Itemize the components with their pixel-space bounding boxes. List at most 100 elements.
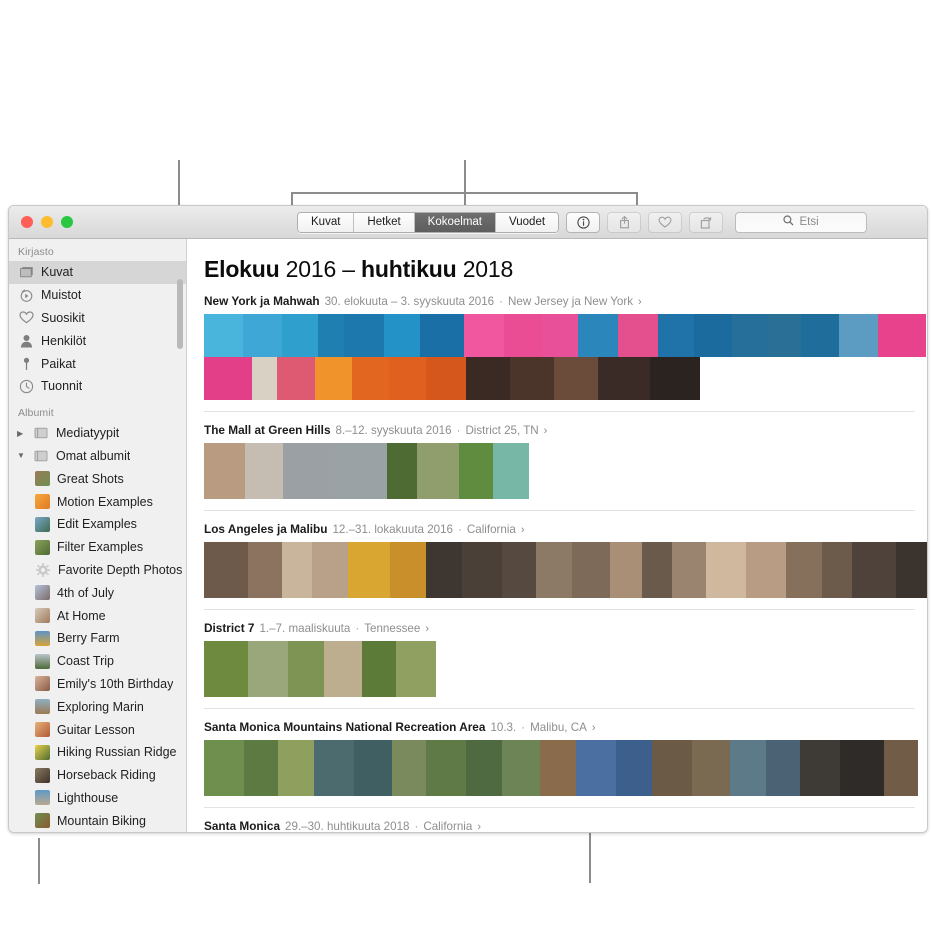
photo-thumbnail[interactable] [672, 542, 706, 598]
sidebar-item-berry-farm[interactable]: Berry Farm [9, 627, 186, 650]
photo-thumbnail[interactable] [352, 357, 389, 400]
photo-thumbnail[interactable] [502, 740, 540, 796]
photo-thumbnail[interactable] [243, 314, 282, 357]
chevron-right-icon[interactable]: › [521, 524, 525, 536]
collection-place[interactable]: Tennessee [364, 622, 420, 635]
photo-thumbnail[interactable] [884, 740, 918, 796]
sidebar-item-henkilot[interactable]: Henkilöt [9, 329, 186, 352]
collection-header[interactable]: New York ja Mahwah 30. elokuuta – 3. syy… [204, 294, 927, 308]
photo-thumbnail[interactable] [282, 542, 312, 598]
photo-thumbnail[interactable] [344, 314, 384, 357]
photo-thumbnail[interactable] [278, 740, 314, 796]
tab-vuodet[interactable]: Vuodet [496, 212, 559, 232]
photo-thumbnail[interactable] [540, 740, 576, 796]
photo-thumbnail[interactable] [314, 740, 354, 796]
sidebar-item-4th-of-july[interactable]: 4th of July [9, 581, 186, 604]
sidebar-scrollbar[interactable] [177, 279, 183, 349]
info-button[interactable] [566, 211, 601, 233]
photo-thumbnail[interactable] [896, 542, 927, 598]
photo-thumbnail[interactable] [248, 641, 288, 697]
photo-thumbnail[interactable] [706, 542, 746, 598]
photo-thumbnail[interactable] [650, 357, 700, 400]
tab-kuvat[interactable]: Kuvat [298, 212, 355, 232]
collection-place[interactable]: New Jersey ja New York [508, 295, 633, 308]
photo-thumbnail[interactable] [417, 443, 459, 499]
search-field[interactable]: Etsi [735, 211, 868, 233]
photo-thumbnail[interactable] [252, 357, 277, 400]
sidebar-item-mountain-biking[interactable]: Mountain Biking [9, 809, 186, 832]
photo-thumbnail[interactable] [493, 443, 529, 499]
photo-thumbnail[interactable] [282, 314, 318, 357]
chevron-right-icon[interactable]: › [638, 296, 642, 308]
sidebar-item-lighthouse[interactable]: Lighthouse [9, 787, 186, 810]
photo-thumbnail[interactable] [730, 740, 766, 796]
photo-thumbnail[interactable] [248, 542, 282, 598]
photo-thumbnail[interactable] [504, 314, 542, 357]
collection-header[interactable]: Santa Monica Mountains National Recreati… [204, 720, 927, 734]
photo-strip[interactable] [204, 641, 927, 697]
photo-thumbnail[interactable] [572, 542, 610, 598]
photo-thumbnail[interactable] [244, 740, 278, 796]
collection-header[interactable]: The Mall at Green Hills 8.–12. syyskuuta… [204, 423, 927, 437]
favorite-button[interactable] [648, 211, 683, 233]
photo-thumbnail[interactable] [616, 740, 652, 796]
photo-thumbnail[interactable] [578, 314, 618, 357]
tab-hetket[interactable]: Hetket [354, 212, 415, 232]
chevron-right-icon[interactable]: › [477, 821, 481, 832]
rotate-button[interactable] [689, 211, 724, 233]
photo-thumbnail[interactable] [390, 542, 426, 598]
tab-kokoelmat[interactable]: Kokoelmat [414, 212, 497, 232]
photo-thumbnail[interactable] [324, 641, 362, 697]
photo-thumbnail[interactable] [426, 542, 462, 598]
photo-thumbnail[interactable] [840, 740, 884, 796]
chevron-right-icon[interactable]: › [425, 623, 429, 635]
chevron-down-icon[interactable]: ▼ [17, 451, 26, 460]
photo-thumbnail[interactable] [204, 542, 248, 598]
photo-thumbnail[interactable] [466, 740, 502, 796]
photo-thumbnail[interactable] [598, 357, 650, 400]
photo-thumbnail[interactable] [204, 314, 243, 357]
photo-thumbnail[interactable] [692, 740, 730, 796]
photo-thumbnail[interactable] [801, 314, 839, 357]
sidebar-item-kuvat[interactable]: Kuvat [9, 261, 186, 284]
photo-thumbnail[interactable] [312, 542, 348, 598]
sidebar-item-coast-trip[interactable]: Coast Trip [9, 650, 186, 673]
photo-thumbnail[interactable] [245, 443, 283, 499]
photo-strip[interactable] [204, 314, 927, 400]
photo-strip[interactable] [204, 542, 927, 598]
sidebar-item-at-home[interactable]: At Home [9, 604, 186, 627]
photo-thumbnail[interactable] [786, 542, 822, 598]
photo-thumbnail[interactable] [315, 357, 352, 400]
photo-thumbnail[interactable] [362, 641, 396, 697]
collection-place[interactable]: District 25, TN [465, 424, 538, 437]
photo-thumbnail[interactable] [652, 740, 692, 796]
photo-thumbnail[interactable] [502, 542, 536, 598]
collection-header[interactable]: Los Angeles ja Malibu 12.–31. lokakuuta … [204, 522, 927, 536]
view-mode-segmented-control[interactable]: Kuvat Hetket Kokoelmat Vuodet [297, 211, 560, 233]
sidebar-item-hiking-russian-ridge[interactable]: Hiking Russian Ridge [9, 741, 186, 764]
sidebar-item-guitar-lesson[interactable]: Guitar Lesson [9, 718, 186, 741]
collection-place[interactable]: California [423, 820, 472, 832]
photo-thumbnail[interactable] [277, 357, 315, 400]
photo-thumbnail[interactable] [387, 443, 417, 499]
photo-thumbnail[interactable] [348, 542, 390, 598]
photo-thumbnail[interactable] [426, 740, 466, 796]
sidebar-item-motion-examples[interactable]: Motion Examples [9, 490, 186, 513]
photo-thumbnail[interactable] [542, 314, 578, 357]
photo-thumbnail[interactable] [618, 314, 658, 357]
photo-thumbnail[interactable] [852, 542, 896, 598]
photo-thumbnail[interactable] [354, 740, 392, 796]
photo-thumbnail[interactable] [878, 314, 926, 357]
sidebar-item-exploring-marin[interactable]: Exploring Marin [9, 695, 186, 718]
minimize-window-button[interactable] [41, 216, 53, 228]
photo-thumbnail[interactable] [335, 443, 387, 499]
photo-thumbnail[interactable] [392, 740, 426, 796]
sidebar-item-filter-examples[interactable]: Filter Examples [9, 536, 186, 559]
chevron-right-icon[interactable]: ▶ [17, 429, 26, 438]
zoom-window-button[interactable] [61, 216, 73, 228]
sidebar-item-horseback-riding[interactable]: Horseback Riding [9, 764, 186, 787]
sidebar[interactable]: Kirjasto Kuvat Muistot Suosikit Henkilöt… [9, 239, 187, 832]
photo-thumbnail[interactable] [839, 314, 878, 357]
photo-thumbnail[interactable] [732, 314, 768, 357]
photo-thumbnail[interactable] [554, 357, 598, 400]
